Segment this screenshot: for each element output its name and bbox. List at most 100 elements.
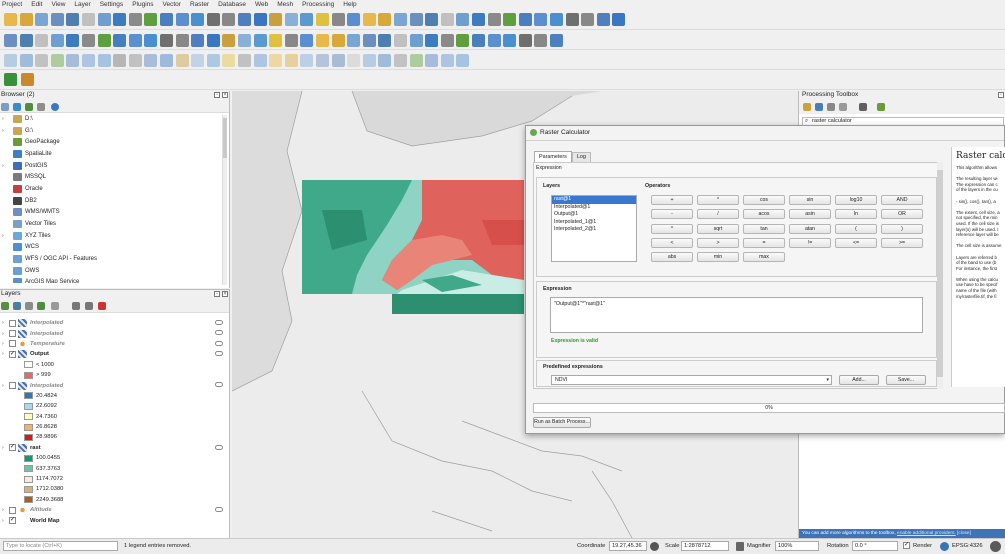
operator-button[interactable]: AND <box>881 195 923 205</box>
menu-item-mesh[interactable]: Mesh <box>277 1 293 8</box>
toolbar-1-tool-31-icon[interactable] <box>472 13 485 26</box>
toolbar-1-tool-22-icon[interactable] <box>331 13 345 26</box>
toolbar-2-tool-35-icon[interactable] <box>534 34 548 47</box>
toolbar-2-tool-34-icon[interactable] <box>518 34 532 47</box>
toolbar-1-tool-20-icon[interactable] <box>300 13 314 26</box>
browser-item[interactable]: ArcGIS Map Service <box>2 277 229 283</box>
layer-indicator-icon[interactable] <box>215 444 223 450</box>
render-checkbox[interactable]: ✓ <box>903 542 910 549</box>
toolbar-3-tool-8-icon[interactable] <box>113 54 127 67</box>
toolbar-2-tool-14-icon[interactable] <box>206 34 220 47</box>
toolbar-3-tool-2-icon[interactable] <box>19 54 33 67</box>
toolbar-3-tool-22-icon[interactable] <box>331 54 345 67</box>
expand-arrow-icon[interactable]: › <box>2 163 10 169</box>
refresh-icon[interactable] <box>13 103 21 111</box>
operator-button[interactable]: = <box>743 237 785 248</box>
magnifier-field[interactable]: 100% <box>775 541 819 551</box>
save-expression-button[interactable]: Save... <box>886 375 926 385</box>
add-expression-button[interactable]: Add... <box>839 375 879 385</box>
operator-button[interactable]: atan <box>789 223 831 234</box>
toolbar-1-tool-19-icon[interactable] <box>284 13 298 26</box>
layer-indicator-icon[interactable] <box>215 340 223 346</box>
toolbar-1-tool-21-icon[interactable] <box>316 13 329 26</box>
operator-button[interactable]: min <box>697 252 739 263</box>
add-group-icon[interactable] <box>13 302 21 310</box>
toolbar-2-tool-33-icon[interactable] <box>503 34 517 47</box>
operator-button[interactable]: ^ <box>651 223 693 234</box>
operator-button[interactable]: cos <box>743 195 785 205</box>
layer-indicator-icon[interactable] <box>215 507 223 513</box>
menu-item-settings[interactable]: Settings <box>100 1 124 8</box>
browser-item[interactable]: › D:\ <box>2 113 229 125</box>
browser-item[interactable]: Vector Tiles <box>2 218 229 230</box>
open-style-icon[interactable] <box>1 302 9 310</box>
operator-button[interactable]: acos <box>743 209 785 220</box>
operator-button[interactable]: ) <box>881 223 923 234</box>
menu-item-database[interactable]: Database <box>218 1 246 8</box>
layer-row[interactable]: › Altitude <box>0 505 229 515</box>
toolbar-1-tool-34-icon[interactable] <box>518 13 532 26</box>
toolbar-2-tool-2-icon[interactable] <box>19 34 33 47</box>
toolbar-3-tool-23-icon[interactable] <box>347 54 361 67</box>
browser-item[interactable]: › PostGIS <box>2 160 229 172</box>
toolbar-3-tool-10-icon[interactable] <box>144 54 158 67</box>
toolbar-2-tool-23-icon[interactable] <box>347 34 361 47</box>
operator-button[interactable]: asin <box>789 209 831 220</box>
browser-item[interactable]: Oracle <box>2 183 229 195</box>
operator-button[interactable]: <= <box>835 237 877 248</box>
expression-filter-icon[interactable] <box>51 302 59 310</box>
messages-icon[interactable] <box>990 541 1001 552</box>
toolbar-2-tool-27-icon[interactable] <box>409 34 423 47</box>
add-selected-icon[interactable] <box>1 103 9 111</box>
menu-item-raster[interactable]: Raster <box>190 1 209 8</box>
browser-item[interactable]: GeoPackage <box>2 136 229 148</box>
expand-arrow-icon[interactable]: › <box>0 383 9 389</box>
toolbar-3-tool-3-icon[interactable] <box>35 54 49 67</box>
browser-item[interactable]: MSSQL <box>2 171 229 183</box>
toolbar-1-tool-39-icon[interactable] <box>596 13 610 26</box>
toolbar-2-tool-10-icon[interactable] <box>144 34 158 47</box>
toolbar-1-tool-10-icon[interactable] <box>144 13 158 26</box>
toggle-extents-icon[interactable] <box>650 542 659 551</box>
toolbar-2-tool-28-icon[interactable] <box>425 34 439 47</box>
plugin-tool-icon[interactable] <box>21 73 34 86</box>
browser-item[interactable]: WFS / OGC API - Features <box>2 253 229 265</box>
close-icon[interactable]: × <box>222 92 228 98</box>
layer-row[interactable]: › Interpolated <box>0 328 229 338</box>
toolbar-1-tool-18-icon[interactable] <box>269 13 283 26</box>
operator-button[interactable]: abs <box>651 252 693 263</box>
toolbar-1-tool-33-icon[interactable] <box>503 13 517 26</box>
toolbar-2-tool-29-icon[interactable] <box>440 34 454 47</box>
crs-globe-icon[interactable] <box>940 542 949 551</box>
toolbar-3-tool-12-icon[interactable] <box>175 54 189 67</box>
enable-providers-link[interactable]: enable additional providers. <box>897 531 956 536</box>
menu-item-vector[interactable]: Vector <box>163 1 181 8</box>
expand-arrow-icon[interactable]: › <box>0 351 9 357</box>
browser-item[interactable]: DB2 <box>2 195 229 207</box>
operator-button[interactable]: max <box>743 252 785 263</box>
toolbar-1-tool-3-icon[interactable] <box>35 13 49 26</box>
edit-features-icon[interactable] <box>859 103 867 111</box>
toolbar-3-tool-25-icon[interactable] <box>378 54 392 67</box>
toolbar-2-tool-25-icon[interactable] <box>378 34 392 47</box>
toolbar-2-tool-36-icon[interactable] <box>550 34 563 47</box>
toolbar-1-tool-17-icon[interactable] <box>253 13 267 26</box>
toolbar-3-tool-24-icon[interactable] <box>362 54 376 67</box>
raster-layer-item[interactable]: Interpolated_2@1 <box>552 226 636 234</box>
layer-visibility-checkbox[interactable]: ✓ <box>9 444 16 452</box>
menu-item-plugins[interactable]: Plugins <box>132 1 153 8</box>
browser-scrollbar[interactable] <box>222 115 227 285</box>
operator-button[interactable]: / <box>697 209 739 220</box>
toolbar-2-tool-24-icon[interactable] <box>362 34 376 47</box>
results-icon[interactable] <box>839 103 847 111</box>
filter-icon[interactable] <box>25 103 33 111</box>
toolbar-2-tool-7-icon[interactable] <box>97 34 111 47</box>
toolbar-3-tool-6-icon[interactable] <box>82 54 95 67</box>
toolbar-2-tool-13-icon[interactable] <box>191 34 205 47</box>
toolbar-2-tool-20-icon[interactable] <box>300 34 314 47</box>
operator-button[interactable]: ln <box>835 209 877 220</box>
layer-row[interactable]: › ✓ Output <box>0 349 229 359</box>
toolbar-2-tool-8-icon[interactable] <box>113 34 127 47</box>
layer-indicator-icon[interactable] <box>215 330 223 336</box>
toolbar-3-tool-9-icon[interactable] <box>128 54 142 67</box>
